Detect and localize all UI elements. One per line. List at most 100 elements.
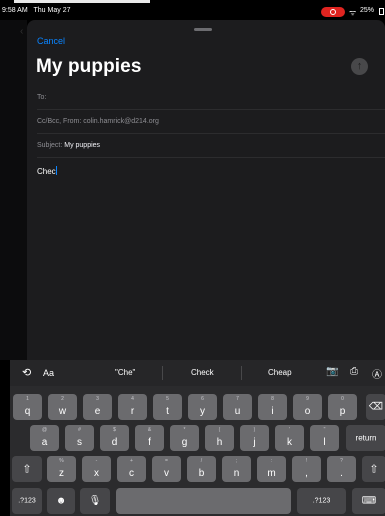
numbers-key-left[interactable]: .?123 — [12, 488, 42, 514]
key-hint: $ — [113, 427, 116, 433]
key-label: i — [271, 406, 274, 417]
key-hint: ( — [218, 427, 221, 433]
key-h[interactable]: (h — [205, 425, 234, 451]
suggestion-3[interactable]: Cheap — [268, 368, 292, 377]
key-x[interactable]: -x — [82, 456, 111, 482]
key-a[interactable]: @ a — [30, 425, 59, 451]
markup-icon[interactable]: Ⓐ — [372, 366, 382, 381]
ccbcc-label: Cc/Bcc, From: — [37, 118, 82, 125]
key-w[interactable]: 2w — [48, 394, 77, 420]
key-label: l — [323, 437, 326, 448]
key-label: a — [41, 437, 48, 448]
battery-icon — [379, 8, 384, 15]
key-hint: @ — [41, 427, 48, 433]
suggestion-2[interactable]: Check — [191, 368, 214, 377]
key-q[interactable]: 1q — [13, 394, 42, 420]
emoji-key[interactable]: ☻ — [47, 488, 75, 514]
key-z[interactable]: % z — [47, 456, 76, 482]
key-comma[interactable]: !, — [292, 456, 321, 482]
key-hint: 2 — [61, 396, 64, 402]
key-hint: 8 — [271, 396, 274, 402]
key-period[interactable]: ?. — [327, 456, 356, 482]
numbers-key-label: .?123 — [312, 497, 331, 505]
key-label: . — [340, 468, 343, 479]
subject-field[interactable]: Subject: My puppies — [37, 142, 100, 149]
attachment-icon[interactable]: ⎙ — [350, 366, 358, 377]
format-button[interactable]: Aa — [43, 368, 54, 378]
key-hint: ? — [340, 458, 343, 464]
cc-bcc-from-field[interactable]: Cc/Bcc, From: colin.hamrick@d214.org — [37, 118, 159, 125]
suggestion-1[interactable]: "Che" — [115, 368, 135, 377]
key-label: s — [77, 437, 82, 448]
key-hint: 3 — [96, 396, 99, 402]
key-label: , — [305, 468, 308, 479]
screen-record-icon[interactable] — [321, 7, 345, 17]
key-hint: ' — [289, 427, 290, 433]
return-label: return — [355, 433, 377, 443]
key-k[interactable]: ' k — [275, 425, 304, 451]
shift-key-right[interactable]: ⇧ — [362, 456, 385, 482]
key-label: v — [164, 468, 169, 479]
key-r[interactable]: 4r — [118, 394, 147, 420]
key-label: g — [181, 437, 188, 448]
key-p[interactable]: 0p — [328, 394, 357, 420]
key-hint: = — [165, 458, 168, 464]
divider — [241, 366, 242, 380]
to-field[interactable]: To: — [37, 94, 46, 101]
subject-value: My puppies — [64, 142, 101, 149]
shift-key-left[interactable]: ⇧ — [12, 456, 42, 482]
top-edge-bar — [14, 0, 150, 3]
undo-arrow-icon[interactable]: ⟲ — [22, 366, 31, 379]
key-label: c — [129, 468, 134, 479]
key-v[interactable]: = v — [152, 456, 181, 482]
key-l[interactable]: " l — [310, 425, 339, 451]
compose-title: My puppies — [36, 56, 142, 77]
key-label: m — [267, 468, 276, 479]
status-date: Thu May 27 — [33, 7, 71, 14]
return-key[interactable]: return — [346, 425, 385, 451]
key-t[interactable]: 5t — [153, 394, 182, 420]
key-f[interactable]: & f — [135, 425, 164, 451]
send-button[interactable]: ↑ — [351, 58, 368, 75]
delete-key[interactable]: ⌫ — [366, 394, 385, 420]
cancel-button[interactable]: Cancel — [37, 36, 65, 46]
hide-keyboard-key[interactable]: ⌨ — [352, 488, 385, 514]
numbers-key-right[interactable]: .?123 — [297, 488, 346, 514]
subject-label: Subject: — [37, 142, 63, 149]
dictation-key[interactable]: 🎙 — [80, 488, 110, 514]
key-i[interactable]: 8i — [258, 394, 287, 420]
microphone-icon: 🎙 — [88, 495, 102, 507]
key-b[interactable]: / b — [187, 456, 216, 482]
key-label: x — [94, 468, 99, 479]
status-time-date: 9:58 AM Thu May 27 — [2, 7, 74, 14]
key-hint: + — [130, 458, 133, 464]
space-bar[interactable] — [116, 488, 291, 514]
key-j[interactable]: ) j — [240, 425, 269, 451]
key-hint: 7 — [236, 396, 239, 402]
to-label: To: — [37, 94, 47, 101]
key-hint: # — [78, 427, 81, 433]
sheet-grabber[interactable] — [194, 28, 212, 31]
numbers-key-label: .?123 — [18, 497, 36, 505]
key-y[interactable]: 6y — [188, 394, 217, 420]
key-n[interactable]: ; n — [222, 456, 251, 482]
key-hint: 4 — [131, 396, 134, 402]
key-hint: 9 — [306, 396, 309, 402]
key-o[interactable]: 9o — [293, 394, 322, 420]
key-u[interactable]: 7u — [223, 394, 252, 420]
key-hint: ! — [305, 458, 308, 464]
message-body[interactable]: Chec — [37, 166, 57, 176]
text-cursor — [55, 166, 57, 175]
key-e[interactable]: 3e — [83, 394, 112, 420]
shift-icon: ⇧ — [22, 463, 32, 476]
key-d[interactable]: $ d — [100, 425, 129, 451]
key-c[interactable]: + c — [117, 456, 146, 482]
keyboard-dismiss-icon: ⌨ — [361, 495, 377, 507]
battery-percentage: 25% — [360, 7, 375, 14]
key-s[interactable]: # s — [65, 425, 94, 451]
key-label: q — [24, 406, 31, 417]
key-g[interactable]: * g — [170, 425, 199, 451]
key-label: u — [234, 406, 241, 417]
key-m[interactable]: :m — [257, 456, 286, 482]
camera-icon[interactable]: 📷 — [326, 366, 338, 377]
